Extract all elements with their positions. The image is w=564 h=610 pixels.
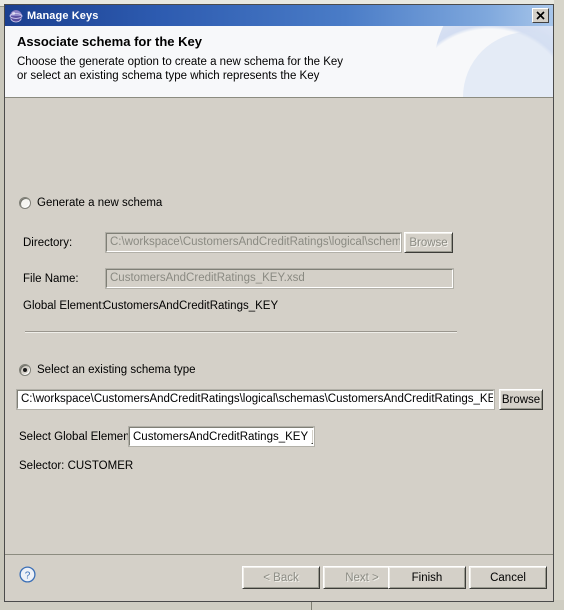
svg-text:?: ? bbox=[25, 570, 31, 581]
close-icon[interactable] bbox=[532, 8, 549, 23]
file-name-input[interactable]: CustomersAndCreditRatings_KEY.xsd bbox=[105, 268, 454, 289]
background-right-panel bbox=[554, 0, 564, 610]
select-global-element-label: Select Global Element bbox=[19, 431, 133, 443]
global-element-label: Global Element: bbox=[23, 300, 105, 312]
dialog-title: Manage Keys bbox=[27, 9, 99, 22]
schema-path-input[interactable]: C:\workspace\CustomersAndCreditRatings\l… bbox=[16, 389, 495, 410]
radio-generate-indicator bbox=[19, 197, 31, 209]
directory-input[interactable]: C:\workspace\CustomersAndCreditRatings\l… bbox=[105, 232, 402, 253]
directory-browse-button[interactable]: Browse bbox=[404, 232, 453, 253]
dialog-titlebar[interactable]: Manage Keys bbox=[5, 5, 553, 26]
section-separator bbox=[25, 331, 457, 333]
dialog-footer: ? < Back Next > Finish Cancel bbox=[5, 554, 553, 601]
chevron-down-icon[interactable] bbox=[311, 429, 313, 444]
radio-existing-label: Select an existing schema type bbox=[37, 364, 196, 376]
global-element-combo-value: CustomersAndCreditRatings_KEY bbox=[133, 430, 309, 443]
schema-browse-button[interactable]: Browse bbox=[499, 389, 543, 410]
radio-select-existing-schema[interactable]: Select an existing schema type bbox=[19, 364, 196, 376]
cancel-button[interactable]: Cancel bbox=[469, 566, 547, 589]
radio-existing-indicator bbox=[19, 364, 31, 376]
page-title: Associate schema for the Key bbox=[17, 34, 202, 49]
global-element-value: CustomersAndCreditRatings_KEY bbox=[103, 300, 279, 312]
directory-label: Directory: bbox=[23, 237, 73, 249]
help-question-icon[interactable]: ? bbox=[19, 566, 36, 583]
global-element-combo[interactable]: CustomersAndCreditRatings_KEY bbox=[128, 426, 315, 447]
dialog-body: Generate a new schema Directory: C:\work… bbox=[5, 98, 553, 554]
file-name-label: File Name: bbox=[23, 273, 79, 285]
radio-generate-new-schema[interactable]: Generate a new schema bbox=[19, 197, 162, 209]
wizard-header: Associate schema for the Key Choose the … bbox=[5, 26, 553, 98]
finish-button[interactable]: Finish bbox=[388, 566, 466, 589]
manage-keys-dialog: Manage Keys Associate schema for the Key… bbox=[4, 4, 554, 602]
radio-generate-label: Generate a new schema bbox=[37, 197, 163, 209]
selector-text: Selector: CUSTOMER bbox=[19, 460, 134, 472]
page-description-line1: Choose the generate option to create a n… bbox=[17, 56, 344, 68]
back-button[interactable]: < Back bbox=[242, 566, 320, 589]
page-description-line2: or select an existing schema type which … bbox=[17, 70, 320, 82]
eclipse-globe-icon bbox=[9, 9, 23, 23]
